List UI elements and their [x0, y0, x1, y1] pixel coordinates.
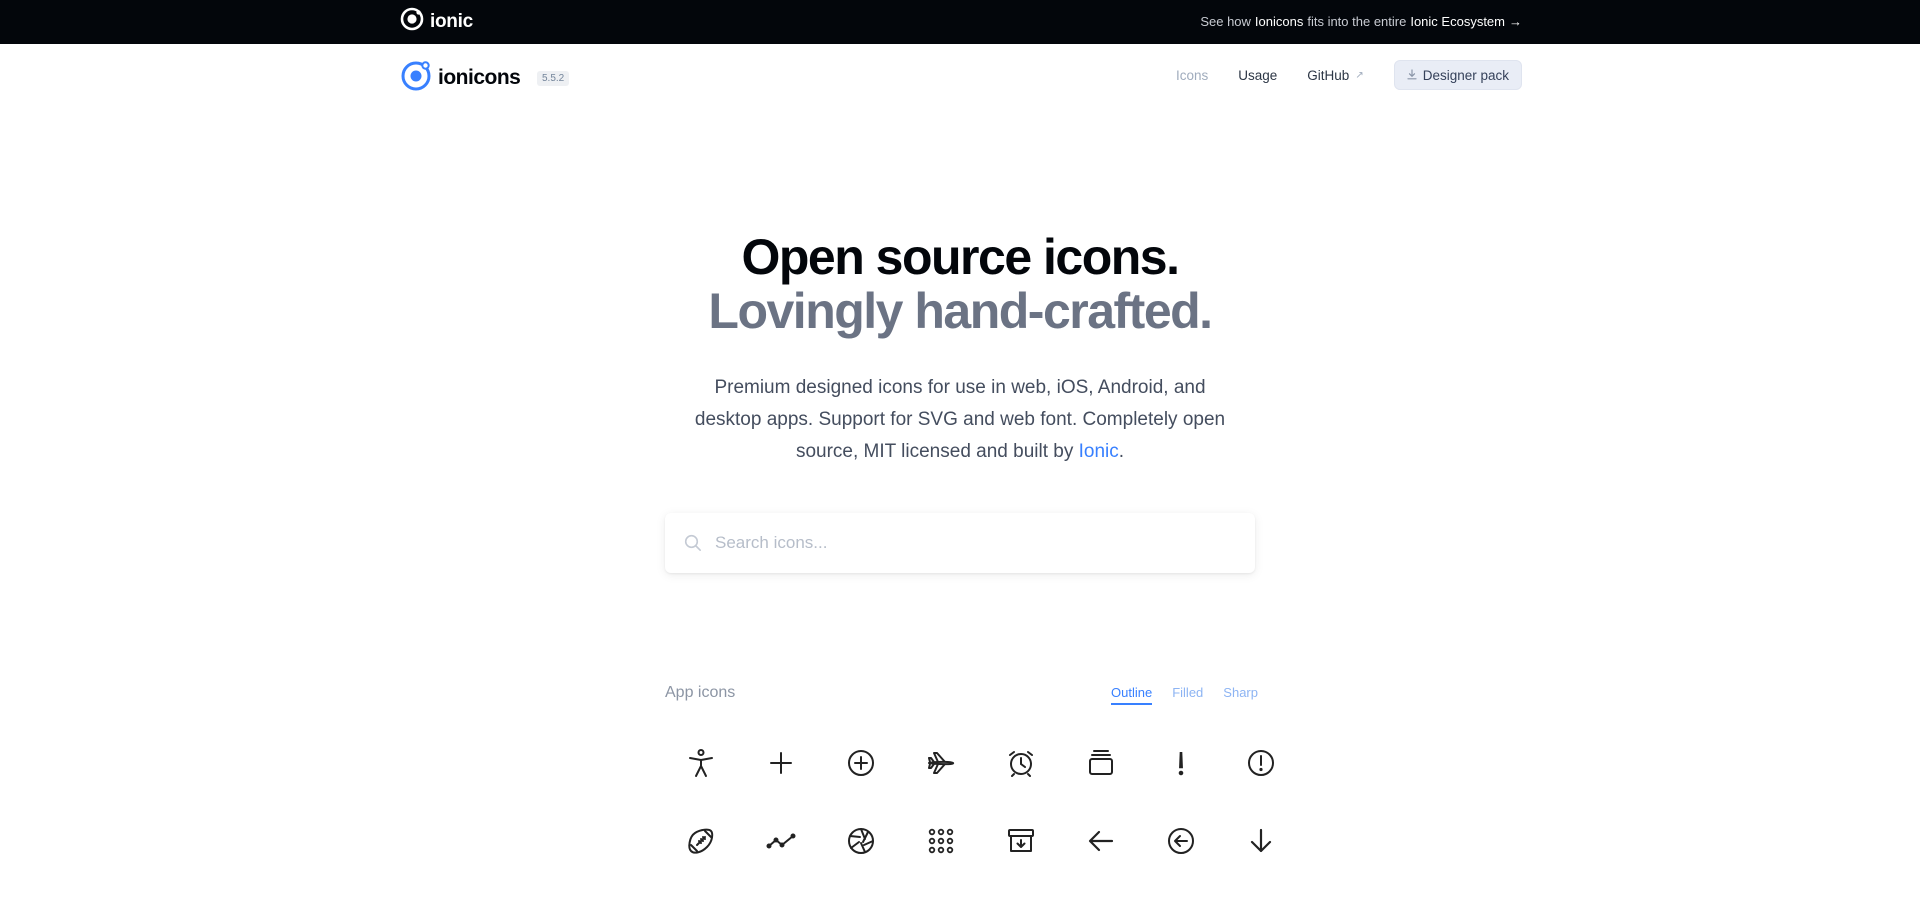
tab-filled[interactable]: Filled — [1172, 685, 1203, 705]
albums-icon — [1085, 747, 1117, 784]
promo-highlight: Ionicons — [1254, 14, 1304, 29]
search-icon — [683, 533, 703, 553]
icon-tile[interactable] — [1141, 743, 1221, 821]
hero: Open source icons. Lovingly hand-crafted… — [0, 230, 1920, 468]
ionicons-logo-icon — [400, 59, 432, 96]
icon-tile[interactable] — [741, 743, 821, 821]
icon-tile[interactable] — [901, 743, 981, 821]
icon-tile[interactable] — [741, 821, 821, 899]
search-box[interactable] — [665, 513, 1255, 573]
icon-grid — [661, 743, 1301, 899]
nav-github-link[interactable]: GitHub ↗ — [1307, 68, 1363, 83]
airplane-icon — [925, 747, 957, 784]
nav-usage-link[interactable]: Usage — [1238, 68, 1277, 83]
ecosystem-bar: ionic See how Ionicons fits into the ent… — [0, 0, 1920, 44]
icon-tile[interactable] — [981, 743, 1061, 821]
apps-icon — [925, 825, 957, 862]
arrow-right-icon: → — [1509, 14, 1522, 29]
alert-icon — [1165, 747, 1197, 784]
promo-middle: fits into the entire — [1307, 14, 1407, 29]
ecosystem-promo[interactable]: See how Ionicons fits into the entire Io… — [1200, 14, 1522, 29]
search-input[interactable] — [715, 533, 1235, 553]
icon-tile[interactable] — [1061, 821, 1141, 899]
ionic-link[interactable]: Ionic — [1079, 441, 1119, 462]
ionic-brand[interactable]: ionic — [400, 7, 473, 37]
icon-tile[interactable] — [1221, 743, 1301, 821]
accessibility-icon — [685, 747, 717, 784]
tab-sharp[interactable]: Sharp — [1223, 685, 1258, 705]
hero-title: Open source icons. — [741, 229, 1180, 285]
ionic-brand-text: ionic — [430, 11, 473, 32]
promo-prefix: See how — [1200, 14, 1251, 29]
promo-link[interactable]: Ionic Ecosystem — [1410, 14, 1505, 29]
alert-circle-icon — [1245, 747, 1277, 784]
archive-icon — [1005, 825, 1037, 862]
analytics-icon — [765, 825, 797, 862]
hero-subtitle: Lovingly hand-crafted. — [708, 283, 1213, 339]
site-header: ionicons 5.5.2 Icons Usage GitHub ↗ Desi… — [0, 44, 1920, 108]
icon-tile[interactable] — [661, 743, 741, 821]
hero-description-text: Premium designed icons for use in web, i… — [694, 377, 1226, 462]
ionic-logo-icon — [400, 7, 424, 37]
style-tabs: Outline Filled Sharp — [1111, 685, 1258, 705]
external-link-icon: ↗ — [1355, 69, 1364, 81]
section-title: App icons — [665, 684, 736, 701]
icon-tile[interactable] — [1141, 821, 1221, 899]
tab-outline[interactable]: Outline — [1111, 685, 1153, 705]
version-badge: 5.5.2 — [537, 71, 570, 86]
arrow-back-circle-icon — [1165, 825, 1197, 862]
add-circle-icon — [845, 747, 877, 784]
nav-github-label: GitHub — [1307, 67, 1350, 83]
icon-tile[interactable] — [901, 821, 981, 899]
arrow-down-icon — [1245, 825, 1277, 862]
ionicons-wordmark: ionicons — [438, 65, 521, 89]
designer-pack-button[interactable]: Designer pack — [1393, 60, 1522, 90]
icon-tile[interactable] — [661, 821, 741, 899]
add-icon — [765, 747, 797, 784]
main-nav: Icons Usage GitHub ↗ Designer pack — [1146, 60, 1522, 90]
icon-tile[interactable] — [821, 821, 901, 899]
icon-tile[interactable] — [821, 743, 901, 821]
designer-pack-label: Designer pack — [1422, 67, 1509, 83]
hero-description: Premium designed icons for use in web, i… — [680, 372, 1240, 468]
icon-tile[interactable] — [981, 821, 1061, 899]
icon-tile[interactable] — [1221, 821, 1301, 899]
hero-description-end: . — [1118, 441, 1125, 462]
alarm-icon — [1005, 747, 1037, 784]
icon-tile[interactable] — [1061, 743, 1141, 821]
ionicons-logo[interactable]: ionicons — [400, 59, 521, 96]
american-football-icon — [685, 825, 717, 862]
arrow-back-icon — [1085, 825, 1117, 862]
nav-icons-link[interactable]: Icons — [1176, 68, 1208, 83]
download-icon — [1407, 68, 1417, 83]
aperture-icon — [845, 825, 877, 862]
